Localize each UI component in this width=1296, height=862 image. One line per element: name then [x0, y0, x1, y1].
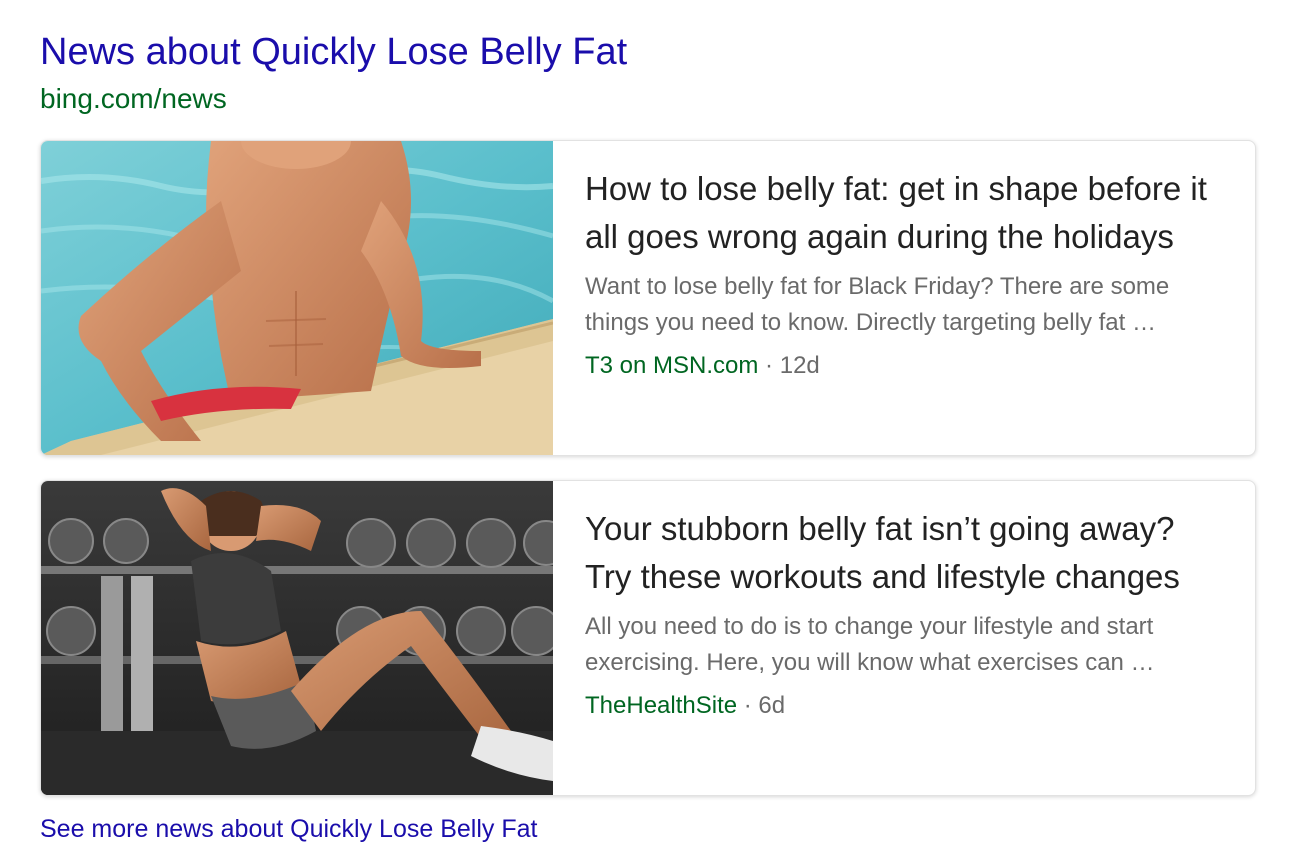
- news-card-thehealthsite[interactable]: Your stubborn belly fat isn’t going away…: [40, 480, 1256, 796]
- see-more-news-link[interactable]: See more news about Quickly Lose Belly F…: [40, 812, 537, 846]
- news-card-t3[interactable]: How to lose belly fat: get in shape befo…: [40, 140, 1256, 456]
- news-card-age: 12d: [779, 352, 820, 379]
- news-card-body: How to lose belly fat: get in shape befo…: [585, 165, 1225, 383]
- news-section-url: bing.com/news: [40, 83, 227, 114]
- man-in-swimming-pool-image[interactable]: [41, 141, 553, 455]
- news-card-body: Your stubborn belly fat isn’t going away…: [585, 505, 1225, 723]
- meta-separator: ·: [758, 352, 780, 379]
- meta-separator: ·: [737, 692, 759, 719]
- news-card-snippet: All you need to do is to change your lif…: [585, 613, 1155, 676]
- news-card-snippet: Want to lose belly fat for Black Friday?…: [585, 273, 1170, 336]
- news-card-source: T3 on MSN.com: [585, 352, 759, 379]
- news-card-age: 6d: [758, 692, 786, 719]
- news-section-title-link[interactable]: News about Quickly Lose Belly Fat: [40, 28, 627, 76]
- news-card-headline[interactable]: How to lose belly fat: get in shape befo…: [585, 165, 1225, 261]
- news-card-meta: TheHealthSite · 6d: [585, 689, 1225, 723]
- news-card-headline[interactable]: Your stubborn belly fat isn’t going away…: [585, 505, 1225, 601]
- news-card-meta: T3 on MSN.com · 12d: [585, 349, 1225, 383]
- news-card-source: TheHealthSite: [585, 692, 738, 719]
- woman-doing-crunches-in-gym-image[interactable]: [41, 481, 553, 795]
